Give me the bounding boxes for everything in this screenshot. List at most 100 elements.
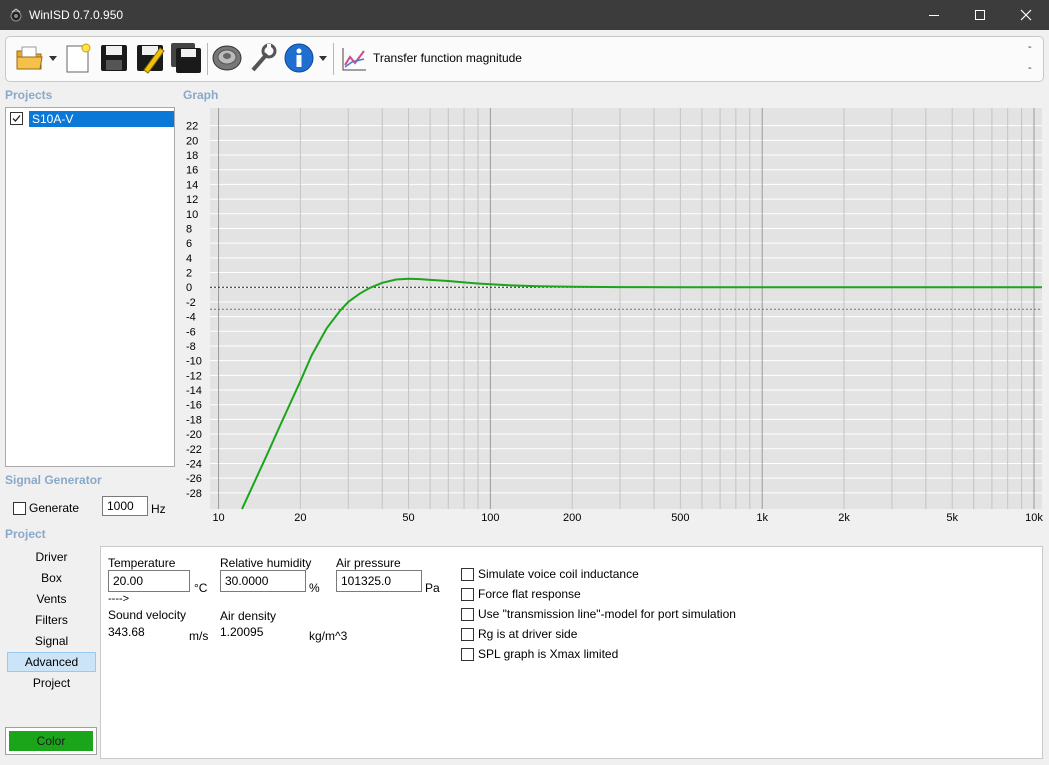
temperature-input[interactable]: 20.00	[108, 570, 190, 592]
x-tick-label: 5k	[946, 512, 958, 522]
y-tick-label: -14	[186, 385, 202, 397]
nav-filters[interactable]: Filters	[7, 610, 96, 630]
y-tick-label: -6	[186, 326, 196, 338]
y-tick-label: -20	[186, 429, 202, 441]
y-tick-label: -8	[186, 341, 196, 353]
y-tick-label: -18	[186, 414, 202, 426]
x-tick-label: 20	[294, 512, 306, 522]
chevron-down-icon[interactable]	[319, 56, 327, 62]
option-checkbox[interactable]	[461, 648, 474, 661]
graph-type-label[interactable]: Transfer function magnitude	[373, 51, 522, 65]
frequency-input[interactable]: 1000	[102, 496, 148, 516]
speaker-icon[interactable]	[211, 42, 243, 74]
projects-label: Projects	[5, 88, 53, 102]
x-tick-label: 200	[563, 512, 581, 522]
option-checkbox[interactable]	[461, 608, 474, 621]
nav-project[interactable]: Project	[7, 673, 96, 693]
nav-advanced[interactable]: Advanced	[7, 652, 96, 672]
new-document-icon[interactable]	[62, 42, 94, 74]
pressure-unit: Pa	[425, 581, 440, 595]
nav-driver[interactable]: Driver	[7, 547, 96, 567]
close-button[interactable]	[1003, 0, 1049, 30]
y-tick-label: 10	[186, 209, 198, 221]
option-label: Force flat response	[478, 587, 581, 601]
y-tick-label: -26	[186, 473, 202, 485]
option-label: SPL graph is Xmax limited	[478, 647, 619, 661]
toolbar-separator	[333, 43, 334, 75]
y-tick-label: 14	[186, 179, 198, 191]
edit-icon[interactable]	[134, 42, 166, 74]
option-label: Rg is at driver side	[478, 627, 578, 641]
x-tick-label: 500	[671, 512, 689, 522]
x-tick-label: 50	[402, 512, 414, 522]
advanced-panel: Temperature 20.00 °C Relative humidity 3…	[100, 546, 1043, 759]
y-tick-label: -16	[186, 400, 202, 412]
y-tick-label: -4	[186, 312, 196, 324]
tools-icon[interactable]	[247, 42, 279, 74]
humidity-input[interactable]: 30.0000	[220, 570, 306, 592]
y-tick-label: -28	[186, 488, 202, 500]
pressure-label: Air pressure	[336, 556, 401, 570]
y-tick-label: -10	[186, 356, 202, 368]
info-icon[interactable]	[283, 42, 315, 74]
app-icon	[10, 8, 22, 22]
x-tick-label: 1k	[756, 512, 768, 522]
close-icon	[1020, 9, 1032, 21]
save-icon[interactable]	[98, 42, 130, 74]
option-checkbox[interactable]	[461, 568, 474, 581]
maximize-icon	[975, 10, 985, 20]
temperature-unit: °C	[194, 581, 208, 595]
sound-velocity-unit: m/s	[189, 629, 209, 643]
temperature-label: Temperature	[108, 556, 176, 570]
y-tick-label: 6	[186, 238, 192, 250]
y-tick-label: 20	[186, 135, 198, 147]
project-item[interactable]: S10A-V	[9, 111, 174, 127]
transfer-function-graph[interactable]: 22 20 18 16 14 12 10 8 6 4 20 -2 -4 -6 -8 -10 -12 -14 -16 -…	[183, 108, 1043, 522]
pressure-input[interactable]: 101325.0	[336, 570, 422, 592]
y-tick-label: -12	[186, 370, 202, 382]
save-all-icon[interactable]	[170, 42, 202, 74]
projects-list[interactable]: S10A-V	[5, 107, 175, 467]
generate-checkbox[interactable]	[13, 502, 26, 515]
humidity-label: Relative humidity	[220, 556, 312, 570]
y-tick-label: 22	[186, 121, 198, 133]
open-folder-icon[interactable]	[14, 42, 46, 74]
title-bar: WinISD 0.7.0.950	[0, 0, 1049, 30]
nav-box[interactable]: Box	[7, 568, 96, 588]
option-checkbox[interactable]	[461, 628, 474, 641]
signal-generator-label: Signal Generator	[5, 473, 102, 487]
toolbar-separator	[207, 43, 208, 75]
frequency-unit: Hz	[151, 502, 166, 516]
minimize-button[interactable]	[911, 0, 957, 30]
color-swatch: Color	[9, 731, 93, 751]
project-name[interactable]: S10A-V	[29, 111, 174, 127]
arrow-indicator: ---->	[108, 593, 130, 605]
air-density-label: Air density	[220, 609, 277, 623]
maximize-button[interactable]	[957, 0, 1003, 30]
humidity-unit: %	[309, 581, 320, 595]
option-checkbox[interactable]	[461, 588, 474, 601]
y-tick-label: 4	[186, 253, 192, 265]
y-tick-label: 16	[186, 165, 198, 177]
sound-velocity-value: 343.68	[108, 625, 145, 639]
color-button[interactable]: Color	[5, 727, 97, 755]
x-tick-label: 10k	[1025, 512, 1043, 522]
window-title: WinISD 0.7.0.950	[29, 8, 124, 22]
graph-label: Graph	[183, 88, 219, 102]
toolbar: Transfer function magnitude - -	[5, 36, 1044, 82]
option-label: Simulate voice coil inductance	[478, 567, 639, 581]
toolbar-dash: -	[1028, 41, 1032, 53]
nav-vents[interactable]: Vents	[7, 589, 96, 609]
y-tick-label: 8	[186, 223, 192, 235]
y-tick-label: 2	[186, 268, 192, 280]
nav-signal[interactable]: Signal	[7, 631, 96, 651]
project-checkbox[interactable]	[10, 112, 23, 125]
chevron-down-icon[interactable]	[49, 56, 57, 62]
generate-label: Generate	[29, 501, 80, 515]
y-tick-label: -2	[186, 297, 196, 309]
y-tick-label: 18	[186, 150, 198, 162]
minimize-icon	[929, 15, 939, 16]
x-tick-label: 100	[481, 512, 499, 522]
chart-icon[interactable]	[340, 45, 368, 73]
y-tick-label: 12	[186, 194, 198, 206]
